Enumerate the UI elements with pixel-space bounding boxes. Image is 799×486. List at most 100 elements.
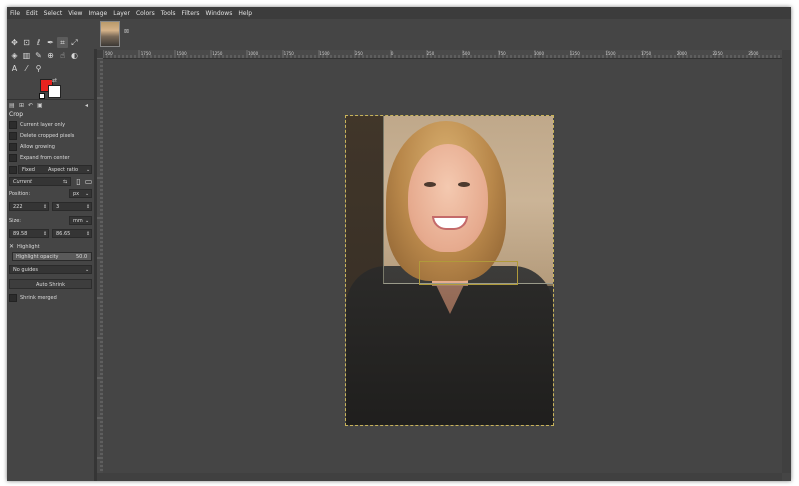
color-picker-icon[interactable]: ⁄ xyxy=(21,63,32,74)
position-unit-select[interactable]: px ⌄ xyxy=(69,189,92,198)
device-status-tab-icon[interactable]: ⊞ xyxy=(19,102,24,109)
brush-icon[interactable]: ✎ xyxy=(33,50,44,61)
chevron-down-icon: ⌄ xyxy=(85,218,90,224)
gradient-icon[interactable]: ▥ xyxy=(21,50,32,61)
highlight-checkbox[interactable]: ✕ Highlight xyxy=(9,243,40,250)
horizontal-scrollbar[interactable] xyxy=(97,473,782,481)
transform-icon[interactable]: ⤢ xyxy=(69,37,80,48)
undo-history-tab-icon[interactable]: ↶ xyxy=(28,102,33,109)
guides-select[interactable]: No guides ⌄ xyxy=(9,265,92,274)
ruler-label: 1500 xyxy=(319,51,330,56)
ruler-label: 250 xyxy=(355,51,363,56)
fixed-checkbox[interactable] xyxy=(9,166,17,174)
landscape-icon[interactable]: ▭ xyxy=(83,176,94,187)
checkbox-box[interactable] xyxy=(9,143,17,151)
current-ratio-field[interactable]: Current ⇆ xyxy=(9,177,71,186)
menu-image[interactable]: Image xyxy=(85,10,110,17)
menu-layer[interactable]: Layer xyxy=(110,10,133,17)
checkbox-box[interactable] xyxy=(9,166,17,174)
checkbox-box[interactable] xyxy=(9,294,17,302)
size-height-value: 86.65 xyxy=(56,231,71,237)
checkbox-label: Current layer only xyxy=(20,122,66,128)
position-y-field[interactable]: 3 ⇕ xyxy=(52,202,92,211)
allow-growing-checkbox[interactable]: Allow growing xyxy=(9,143,55,151)
spin-arrows-icon[interactable]: ⇕ xyxy=(86,203,90,212)
shrink-merged-checkbox[interactable]: Shrink merged xyxy=(9,294,57,302)
bucket-icon[interactable]: ◈ xyxy=(9,50,20,61)
auto-shrink-button[interactable]: Auto Shrink xyxy=(9,279,92,289)
menu-file[interactable]: File xyxy=(7,10,23,17)
crop-handle-box[interactable] xyxy=(419,261,518,285)
spin-arrows-icon[interactable]: ⇕ xyxy=(86,230,90,239)
position-y-value: 3 xyxy=(56,204,60,210)
dock-menu-icon[interactable]: ◂ xyxy=(85,102,88,109)
images-tab-icon[interactable]: ▣ xyxy=(37,102,43,109)
menu-select[interactable]: Select xyxy=(41,10,66,17)
current-layer-only-checkbox[interactable]: Current layer only xyxy=(9,121,65,129)
vertical-scrollbar[interactable] xyxy=(782,50,791,473)
paths-icon[interactable]: ✒ xyxy=(45,37,56,48)
position-x-field[interactable]: 222 ⇕ xyxy=(9,202,49,211)
size-height-field[interactable]: 86.65 ⇕ xyxy=(52,229,92,238)
position-x-value: 222 xyxy=(13,204,23,210)
checkbox-box[interactable] xyxy=(9,154,17,162)
tool-row-1: ✥ ⊡ ℓ ✒ ⌗ ⤢ xyxy=(9,37,80,48)
align-icon[interactable]: ⊡ xyxy=(21,37,32,48)
spin-arrows-icon[interactable]: ⇕ xyxy=(43,230,47,239)
size-unit-value: mm xyxy=(73,218,83,224)
menu-windows[interactable]: Windows xyxy=(203,10,236,17)
smudge-icon[interactable]: ☝ xyxy=(57,50,68,61)
size-width-field[interactable]: 89.58 ⇕ xyxy=(9,229,49,238)
crop-icon[interactable]: ⌗ xyxy=(57,37,68,48)
portrait-photo[interactable] xyxy=(345,115,554,426)
background-color-swatch[interactable] xyxy=(48,85,61,98)
ruler-label: 1500 xyxy=(176,51,187,56)
checkbox-box[interactable] xyxy=(9,121,17,129)
menu-colors[interactable]: Colors xyxy=(133,10,158,17)
crop-rectangle[interactable] xyxy=(383,116,553,284)
horizontal-ruler[interactable]: 500 1750 1500 1250 1000 1750 1500 250 0 250 500 750… xyxy=(103,50,782,59)
ruler-label: 1500 xyxy=(605,51,616,56)
image-tabs: ⊠ xyxy=(94,19,791,49)
gimp-window: File Edit Select View Image Layer Colors… xyxy=(7,7,791,481)
checkmark-icon: ✕ xyxy=(9,243,15,250)
clone-icon[interactable]: ⊕ xyxy=(45,50,56,61)
size-unit-select[interactable]: mm ⌄ xyxy=(69,216,92,225)
fixed-label: Fixed xyxy=(22,167,35,173)
checkbox-box[interactable] xyxy=(9,132,17,140)
highlight-opacity-slider[interactable]: Highlight opacity 50.0 xyxy=(12,252,92,261)
ruler-label: 2000 xyxy=(677,51,688,56)
menu-help[interactable]: Help xyxy=(235,10,255,17)
ruler-label: 750 xyxy=(498,51,506,56)
text-icon[interactable]: A xyxy=(9,63,20,74)
tool-row-2: ◈ ▥ ✎ ⊕ ☝ ◐ xyxy=(9,50,80,61)
checkbox-label: Highlight xyxy=(17,243,40,250)
delete-cropped-checkbox[interactable]: Delete cropped pixels xyxy=(9,132,74,140)
swap-colors-icon[interactable]: ⇄ xyxy=(52,77,57,84)
ruler-label: 1250 xyxy=(212,51,223,56)
spin-arrows-icon[interactable]: ⇕ xyxy=(43,203,47,212)
highlight-opacity-label: Highlight opacity xyxy=(16,254,59,260)
expand-from-center-checkbox[interactable]: Expand from center xyxy=(9,154,70,162)
swap-icon: ⇆ xyxy=(63,179,68,185)
tool-options-tab-icon[interactable]: ▤ xyxy=(9,102,15,109)
ruler-label: 0 xyxy=(391,51,394,56)
image-tab-thumbnail[interactable] xyxy=(100,21,120,47)
position-label: Position: xyxy=(9,191,31,197)
checkbox-label: Allow growing xyxy=(20,144,55,150)
tool-row-3: A ⁄ ⚲ xyxy=(9,63,44,74)
image-canvas[interactable] xyxy=(103,59,782,473)
close-icon[interactable]: ⊠ xyxy=(124,29,130,35)
menu-view[interactable]: View xyxy=(65,10,85,17)
fixed-aspect-select[interactable]: Fixed Aspect ratio ⌄ xyxy=(18,165,92,174)
menu-edit[interactable]: Edit xyxy=(23,10,41,17)
menu-filters[interactable]: Filters xyxy=(179,10,203,17)
lasso-icon[interactable]: ℓ xyxy=(33,37,44,48)
menu-tools[interactable]: Tools xyxy=(158,10,179,17)
chevron-down-icon: ⌄ xyxy=(85,267,90,273)
dodge-icon[interactable]: ◐ xyxy=(69,50,80,61)
dock-tabs: ▤ ⊞ ↶ ▣ ◂ xyxy=(7,99,94,110)
move-icon[interactable]: ✥ xyxy=(9,37,20,48)
menu-bar: File Edit Select View Image Layer Colors… xyxy=(7,7,791,19)
zoom-icon[interactable]: ⚲ xyxy=(33,63,44,74)
